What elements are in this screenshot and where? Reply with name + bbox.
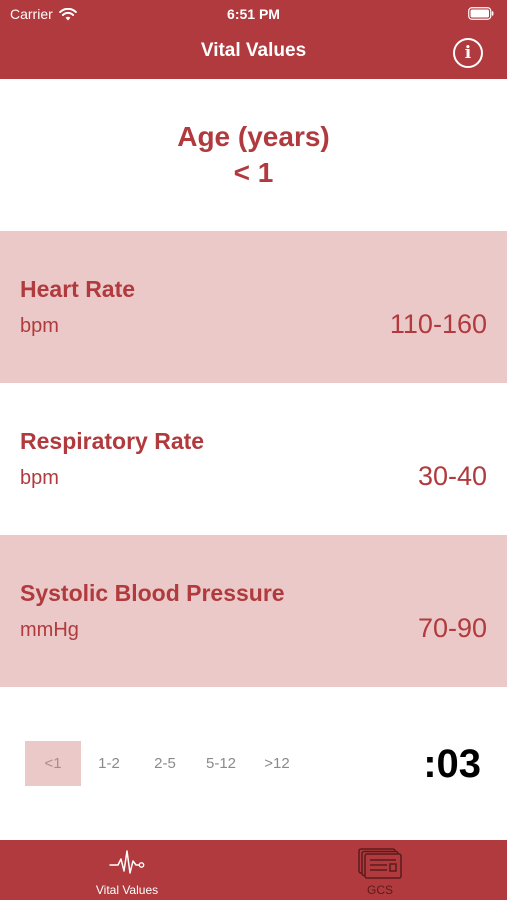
vital-unit: mmHg xyxy=(20,619,79,641)
tab-bar: Vital Values GCS xyxy=(0,840,507,900)
vital-row-heart-rate: Heart Rate bpm 110-160 xyxy=(0,231,507,383)
age-value: < 1 xyxy=(233,157,274,188)
info-button[interactable]: i xyxy=(453,38,483,68)
header: Carrier 6:51 PM Vital Values i xyxy=(0,0,507,79)
vital-range: 30-40 xyxy=(417,461,487,491)
vital-name: Systolic Blood Pressure xyxy=(20,580,285,606)
documents-icon xyxy=(320,847,440,879)
age-option-under-1[interactable]: <1 xyxy=(25,741,81,786)
app-screen: Carrier 6:51 PM Vital Values i Age (year… xyxy=(0,0,507,900)
vital-range: 110-160 xyxy=(389,309,487,339)
battery-icon xyxy=(468,7,494,20)
timer-display: :03 xyxy=(423,742,481,786)
age-section: Age (years) < 1 xyxy=(0,79,507,231)
tab-label: GCS xyxy=(366,883,393,897)
tab-label: Vital Values xyxy=(95,883,159,897)
vital-unit: bpm xyxy=(20,315,59,337)
status-time: 6:51 PM xyxy=(227,6,280,22)
age-option-1-2[interactable]: 1-2 xyxy=(81,741,137,786)
vital-name: Heart Rate xyxy=(20,276,136,302)
tab-gcs[interactable]: GCS xyxy=(320,840,440,900)
age-label: Age (years) xyxy=(177,121,330,152)
status-bar: Carrier 6:51 PM xyxy=(0,0,507,28)
nav-title: Vital Values xyxy=(200,40,307,61)
vital-unit: bpm xyxy=(20,467,59,489)
heartbeat-icon xyxy=(67,847,187,877)
age-segmented-control: <1 1-2 2-5 5-12 >12 xyxy=(25,741,305,786)
age-option-over-12[interactable]: >12 xyxy=(249,741,305,786)
vital-range: 70-90 xyxy=(417,613,487,643)
tab-vital-values[interactable]: Vital Values xyxy=(67,840,187,900)
vital-row-respiratory-rate: Respiratory Rate bpm 30-40 xyxy=(0,383,507,535)
vital-name: Respiratory Rate xyxy=(20,428,205,454)
info-icon: i xyxy=(464,43,472,63)
age-option-5-12[interactable]: 5-12 xyxy=(193,741,249,786)
vital-row-systolic-blood-pressure: Systolic Blood Pressure mmHg 70-90 xyxy=(0,535,507,687)
age-option-2-5[interactable]: 2-5 xyxy=(137,741,193,786)
